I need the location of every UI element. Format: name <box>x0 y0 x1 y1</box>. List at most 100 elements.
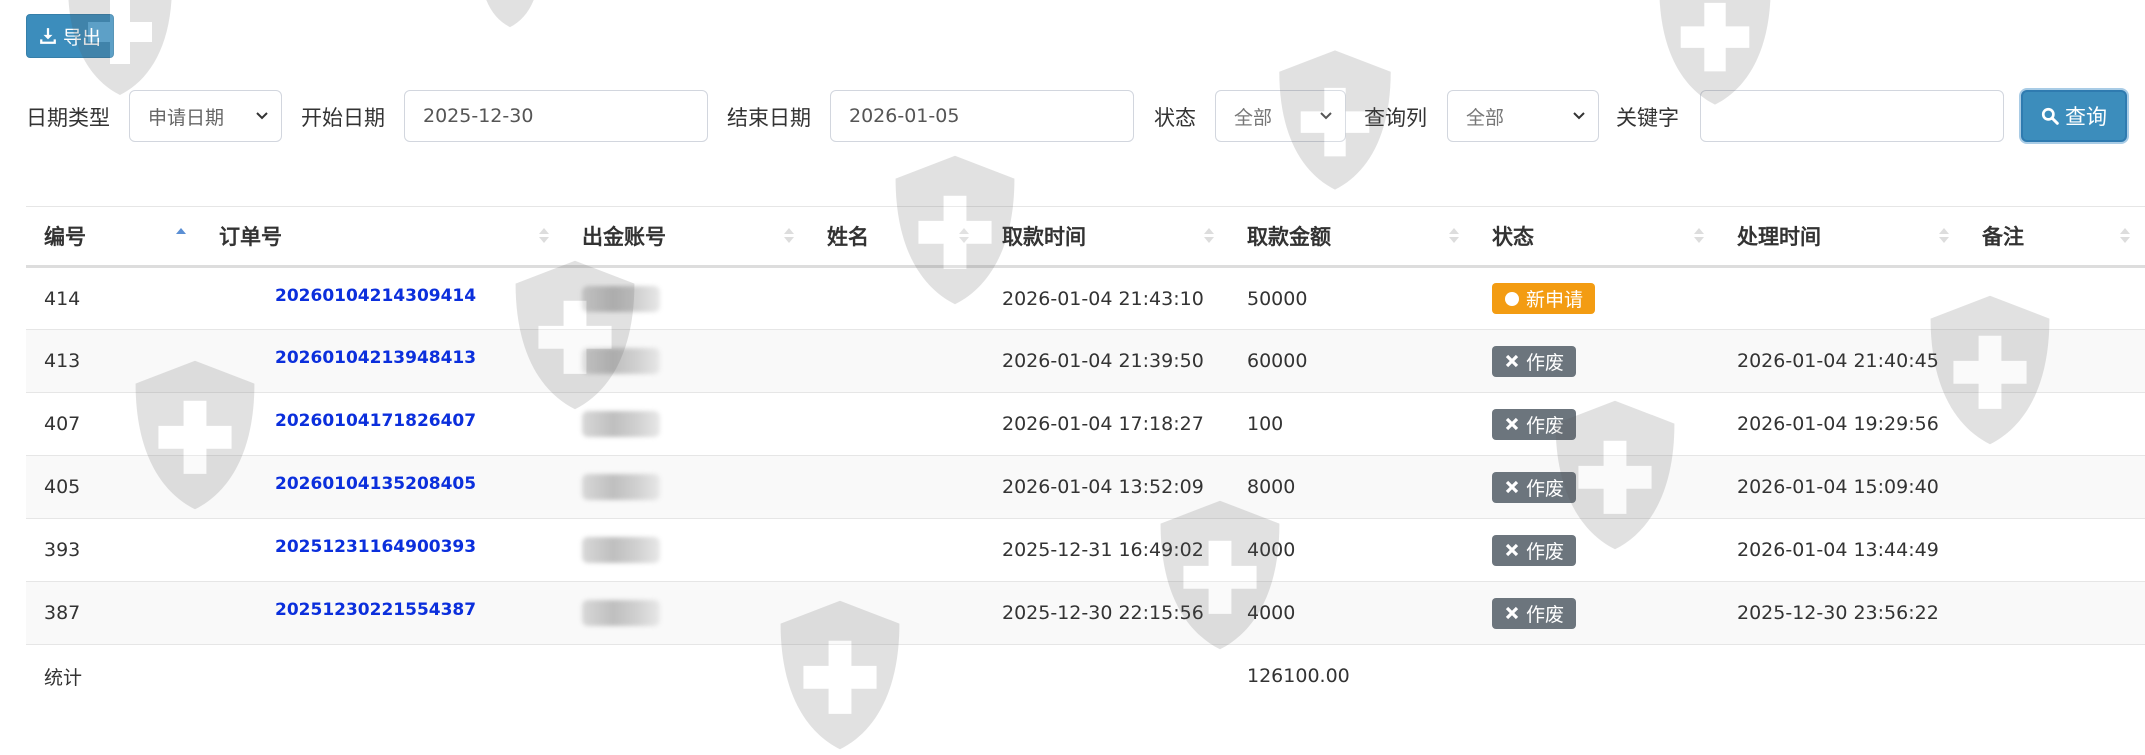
chevron-down-icon <box>1573 112 1585 120</box>
redacted-account <box>582 600 660 626</box>
query-column-value: 全部 <box>1466 106 1505 129</box>
times-icon <box>1505 354 1519 368</box>
circle-icon <box>1505 291 1519 306</box>
cell-processed-time: 2026-01-04 15:09:40 <box>1719 455 1964 519</box>
order-link[interactable]: 20260104214309414 <box>219 286 476 306</box>
col-header-withdraw-time[interactable]: 取款时间 <box>984 206 1229 268</box>
col-header-order[interactable]: 订单号 <box>201 206 564 268</box>
status-badge: 作废 <box>1492 408 1577 440</box>
table-row: 387 20251230221554387 2025-12-30 22:15:5… <box>26 581 2145 645</box>
date-type-value: 申请日期 <box>148 106 225 129</box>
export-button[interactable]: 导出 <box>26 14 114 58</box>
cell-account <box>564 518 809 582</box>
cell-withdraw-time: 2026-01-04 17:18:27 <box>984 392 1229 456</box>
cell-amount: 50000 <box>1229 266 1474 330</box>
status-value: 全部 <box>1234 106 1273 129</box>
table-row: 414 20260104214309414 2026-01-04 21:43:1… <box>26 266 2145 330</box>
filter-bar: 日期类型 申请日期 开始日期 2025-12-30 结束日期 2026-01-0… <box>0 90 2145 142</box>
order-link[interactable]: 20260104135208405 <box>219 474 476 494</box>
cell-order: 20251230221554387 <box>201 581 564 645</box>
end-date-label: 结束日期 <box>727 106 811 130</box>
date-type-label: 日期类型 <box>26 106 110 130</box>
table-header-row: 编号 订单号 出金账号 姓名 取款时间 取款金额 状态 处理时间 备注 <box>26 206 2145 268</box>
cell-amount: 4000 <box>1229 518 1474 582</box>
status-badge: 作废 <box>1492 345 1577 377</box>
order-link[interactable]: 20260104213948413 <box>219 348 476 368</box>
cell-id: 387 <box>26 581 201 645</box>
sort-icon <box>783 227 795 245</box>
redacted-account <box>582 537 660 563</box>
search-icon <box>2041 107 2059 125</box>
cell-order: 20260104213948413 <box>201 329 564 393</box>
col-header-processed-time[interactable]: 处理时间 <box>1719 206 1964 268</box>
col-header-name[interactable]: 姓名 <box>809 206 984 268</box>
status-badge: 作废 <box>1492 534 1577 566</box>
cell-status: 新申请 <box>1474 266 1719 330</box>
cell-remark <box>1964 329 2145 393</box>
search-button[interactable]: 查询 <box>2021 90 2127 142</box>
times-icon <box>1505 480 1519 494</box>
start-date-input[interactable]: 2025-12-30 <box>404 90 708 142</box>
start-date-value: 2025-12-30 <box>423 105 534 127</box>
cell-account <box>564 329 809 393</box>
status-badge: 作废 <box>1492 471 1577 503</box>
withdrawal-table: 编号 订单号 出金账号 姓名 取款时间 取款金额 状态 处理时间 备注 414 … <box>26 206 2145 708</box>
cell-name <box>809 518 984 582</box>
keyword-input[interactable] <box>1700 90 2004 142</box>
sort-icon <box>538 227 550 245</box>
col-header-id[interactable]: 编号 <box>26 206 201 268</box>
search-label: 查询 <box>2065 105 2107 129</box>
sort-icon <box>2119 227 2131 245</box>
cell-id: 405 <box>26 455 201 519</box>
sort-asc-icon <box>175 227 187 245</box>
end-date-input[interactable]: 2026-01-05 <box>830 90 1134 142</box>
redacted-account <box>582 285 660 312</box>
cell-withdraw-time: 2026-01-04 21:39:50 <box>984 329 1229 393</box>
status-select[interactable]: 全部 <box>1215 90 1346 142</box>
query-column-select[interactable]: 全部 <box>1447 90 1599 142</box>
cell-amount: 60000 <box>1229 329 1474 393</box>
order-link[interactable]: 20251230221554387 <box>219 600 476 620</box>
cell-name <box>809 392 984 456</box>
cell-status: 作废 <box>1474 455 1719 519</box>
download-icon <box>40 28 56 44</box>
cell-id: 414 <box>26 266 201 330</box>
chevron-down-icon <box>1320 112 1332 120</box>
cell-order: 20260104214309414 <box>201 266 564 330</box>
status-badge: 作废 <box>1492 597 1577 629</box>
order-link[interactable]: 20260104171826407 <box>219 411 476 431</box>
export-label: 导出 <box>62 26 101 49</box>
times-icon <box>1505 417 1519 431</box>
cell-amount: 4000 <box>1229 581 1474 645</box>
cell-id: 407 <box>26 392 201 456</box>
redacted-account <box>582 474 660 500</box>
cell-processed-time <box>1719 266 1964 330</box>
times-icon <box>1505 543 1519 557</box>
cell-amount: 8000 <box>1229 455 1474 519</box>
status-badge: 新申请 <box>1492 283 1596 314</box>
cell-amount: 100 <box>1229 392 1474 456</box>
order-link[interactable]: 20251231164900393 <box>219 537 476 557</box>
end-date-value: 2026-01-05 <box>849 105 960 127</box>
footer-total: 126100.00 <box>1229 644 1474 708</box>
cell-order: 20260104135208405 <box>201 455 564 519</box>
redacted-account <box>582 348 660 374</box>
sort-icon <box>1203 227 1215 245</box>
cell-account <box>564 266 809 330</box>
sort-icon <box>1693 227 1705 245</box>
times-icon <box>1505 606 1519 620</box>
keyword-label: 关键字 <box>1616 106 1679 130</box>
cell-remark <box>1964 392 2145 456</box>
cell-status: 作废 <box>1474 392 1719 456</box>
cell-processed-time: 2026-01-04 19:29:56 <box>1719 392 1964 456</box>
col-header-remark[interactable]: 备注 <box>1964 206 2145 268</box>
col-header-account[interactable]: 出金账号 <box>564 206 809 268</box>
cell-account <box>564 392 809 456</box>
cell-status: 作废 <box>1474 581 1719 645</box>
cell-withdraw-time: 2026-01-04 13:52:09 <box>984 455 1229 519</box>
col-header-status[interactable]: 状态 <box>1474 206 1719 268</box>
sort-icon <box>1938 227 1950 245</box>
cell-processed-time: 2026-01-04 21:40:45 <box>1719 329 1964 393</box>
col-header-amount[interactable]: 取款金额 <box>1229 206 1474 268</box>
date-type-select[interactable]: 申请日期 <box>129 90 282 142</box>
